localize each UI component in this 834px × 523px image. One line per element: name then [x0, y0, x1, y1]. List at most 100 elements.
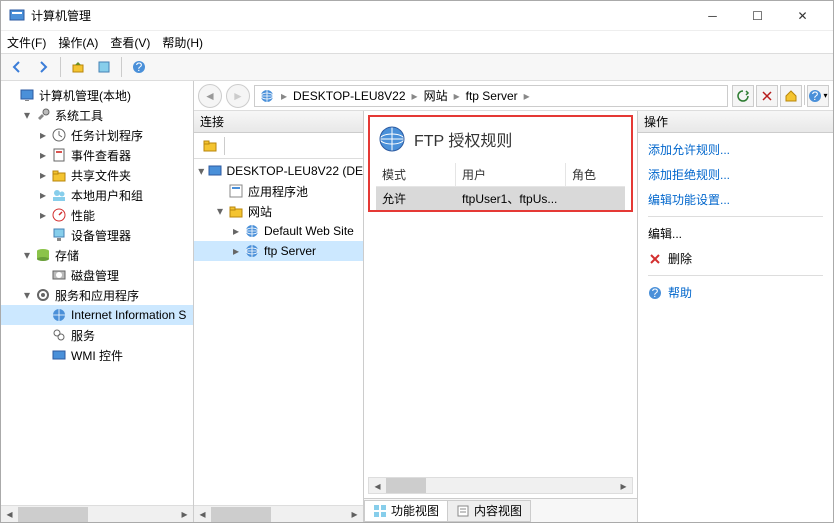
expand-icon[interactable]: ▸	[230, 245, 242, 257]
crumb-server[interactable]: ftp Server	[466, 89, 518, 103]
expand-icon[interactable]: ▸	[37, 209, 49, 221]
col-mode[interactable]: 模式	[376, 163, 456, 186]
tree-item[interactable]: Internet Information S	[1, 305, 193, 325]
host-icon	[207, 163, 223, 179]
stop-button[interactable]	[756, 85, 778, 107]
expand-icon[interactable]: ▸	[37, 129, 49, 141]
connections-header: 连接	[194, 111, 363, 133]
col-role[interactable]: 角色	[566, 163, 606, 186]
help-button[interactable]: ?	[127, 56, 151, 78]
expand-icon[interactable]: ▸	[230, 225, 242, 237]
left-scrollbar[interactable]: ◂ ▸	[1, 505, 193, 522]
menu-file[interactable]: 文件(F)	[7, 34, 46, 51]
help-icon-button[interactable]: ?▾	[807, 85, 829, 107]
share-icon	[51, 167, 67, 183]
tree-label: 服务和应用程序	[55, 287, 139, 304]
expand-icon[interactable]: ▸	[37, 189, 49, 201]
tree-item[interactable]: 设备管理器	[1, 225, 193, 245]
scroll-thumb[interactable]	[18, 507, 88, 522]
toolbar-separator	[121, 57, 122, 77]
iis-icon	[51, 307, 67, 323]
scroll-left-icon[interactable]: ◂	[1, 506, 18, 523]
tree-item[interactable]: ▸任务计划程序	[1, 125, 193, 145]
tree-label: 性能	[71, 207, 95, 224]
globe-icon	[244, 223, 260, 239]
close-button[interactable]: ✕	[780, 2, 825, 30]
mmc-tree[interactable]: 计算机管理(本地)▾系统工具▸任务计划程序▸事件查看器▸共享文件夹▸本地用户和组…	[1, 81, 193, 505]
tree-label: DESKTOP-LEU8V22 (DE	[227, 164, 364, 178]
nav-back-button[interactable]: ◄	[198, 84, 222, 108]
tree-label: 事件查看器	[71, 147, 131, 164]
expand-icon	[214, 185, 226, 197]
maximize-button[interactable]: ☐	[735, 2, 780, 30]
menu-action[interactable]: 操作(A)	[58, 34, 98, 51]
expand-icon[interactable]: ▾	[214, 205, 226, 217]
page-title: FTP 授权规则	[414, 127, 512, 151]
expand-icon[interactable]: ▾	[21, 289, 33, 301]
tree-item[interactable]: 磁盘管理	[1, 265, 193, 285]
tree-item[interactable]: ▾系统工具	[1, 105, 193, 125]
refresh-button[interactable]	[732, 85, 754, 107]
tree-item[interactable]: 应用程序池	[194, 181, 363, 201]
crumb-host[interactable]: DESKTOP-LEU8V22	[293, 89, 406, 103]
menu-help[interactable]: 帮助(H)	[162, 34, 203, 51]
tree-item[interactable]: ▸本地用户和组	[1, 185, 193, 205]
pool-icon	[228, 183, 244, 199]
crumb-sites[interactable]: 网站	[424, 87, 448, 104]
tree-label: 磁盘管理	[71, 267, 119, 284]
tree-item[interactable]: ▸共享文件夹	[1, 165, 193, 185]
sites-icon	[228, 203, 244, 219]
table-row[interactable]: 允许 ftpUser1、ftpUs...	[376, 187, 625, 210]
highlighted-region: FTP 授权规则 模式 用户 角色 允许 ftpUser1、ftpUs...	[368, 115, 633, 212]
back-button[interactable]	[5, 56, 29, 78]
action-add-deny[interactable]: 添加拒绝规则...	[648, 166, 823, 183]
show-button[interactable]	[92, 56, 116, 78]
globe-icon	[244, 243, 260, 259]
expand-icon[interactable]: ▾	[198, 165, 205, 177]
tree-item[interactable]: WMI 控件	[1, 345, 193, 365]
tree-item[interactable]: ▸ftp Server	[194, 241, 363, 261]
tree-item[interactable]: ▸ 事件查看器	[1, 145, 193, 165]
delete-icon	[648, 252, 662, 266]
nav-forward-button[interactable]: ►	[226, 84, 250, 108]
minimize-button[interactable]: ─	[690, 2, 735, 30]
tree-item[interactable]: ▾ DESKTOP-LEU8V22 (DE	[194, 161, 363, 181]
window-title: 计算机管理	[31, 7, 690, 24]
tree-item[interactable]: 计算机管理(本地)	[1, 85, 193, 105]
tab-content[interactable]: 内容视图	[447, 500, 531, 522]
up-button[interactable]	[66, 56, 90, 78]
tree-item[interactable]: ▾存储	[1, 245, 193, 265]
expand-icon[interactable]: ▾	[21, 249, 33, 261]
help-icon: ?	[648, 286, 662, 300]
event-icon	[51, 147, 67, 163]
tree-item[interactable]: ▾网站	[194, 201, 363, 221]
connections-tree[interactable]: ▾ DESKTOP-LEU8V22 (DE 应用程序池▾网站▸Default Web…	[194, 159, 363, 505]
tree-item[interactable]: ▾ 服务和应用程序	[1, 285, 193, 305]
conn-folder-button[interactable]	[198, 135, 222, 157]
action-edit-feature[interactable]: 编辑功能设置...	[648, 191, 823, 208]
action-help[interactable]: ? 帮助	[648, 284, 823, 301]
home-button[interactable]	[780, 85, 802, 107]
services-icon	[35, 287, 51, 303]
expand-icon[interactable]: ▸	[37, 169, 49, 181]
tab-features[interactable]: 功能视图	[364, 500, 448, 522]
action-delete[interactable]: 删除	[648, 250, 823, 267]
wmi-icon	[51, 347, 67, 363]
menu-view[interactable]: 查看(V)	[110, 34, 150, 51]
col-user[interactable]: 用户	[456, 163, 566, 186]
action-edit[interactable]: 编辑...	[648, 225, 823, 242]
tree-item[interactable]: ▸Default Web Site	[194, 221, 363, 241]
svg-text:?: ?	[136, 60, 143, 74]
action-add-allow[interactable]: 添加允许规则...	[648, 141, 823, 158]
expand-icon	[37, 329, 49, 341]
center-scrollbar[interactable]: ◂▸	[368, 477, 633, 494]
forward-button[interactable]	[31, 56, 55, 78]
conn-scrollbar[interactable]: ◂▸	[194, 505, 363, 522]
breadcrumb[interactable]: ▸ DESKTOP-LEU8V22 ▸ 网站 ▸ ftp Server ▸	[254, 85, 728, 107]
svg-text:?: ?	[812, 89, 819, 103]
expand-icon[interactable]: ▾	[21, 109, 33, 121]
tree-item[interactable]: ▸ 性能	[1, 205, 193, 225]
scroll-right-icon[interactable]: ▸	[176, 506, 193, 523]
expand-icon[interactable]: ▸	[37, 149, 49, 161]
tree-item[interactable]: 服务	[1, 325, 193, 345]
